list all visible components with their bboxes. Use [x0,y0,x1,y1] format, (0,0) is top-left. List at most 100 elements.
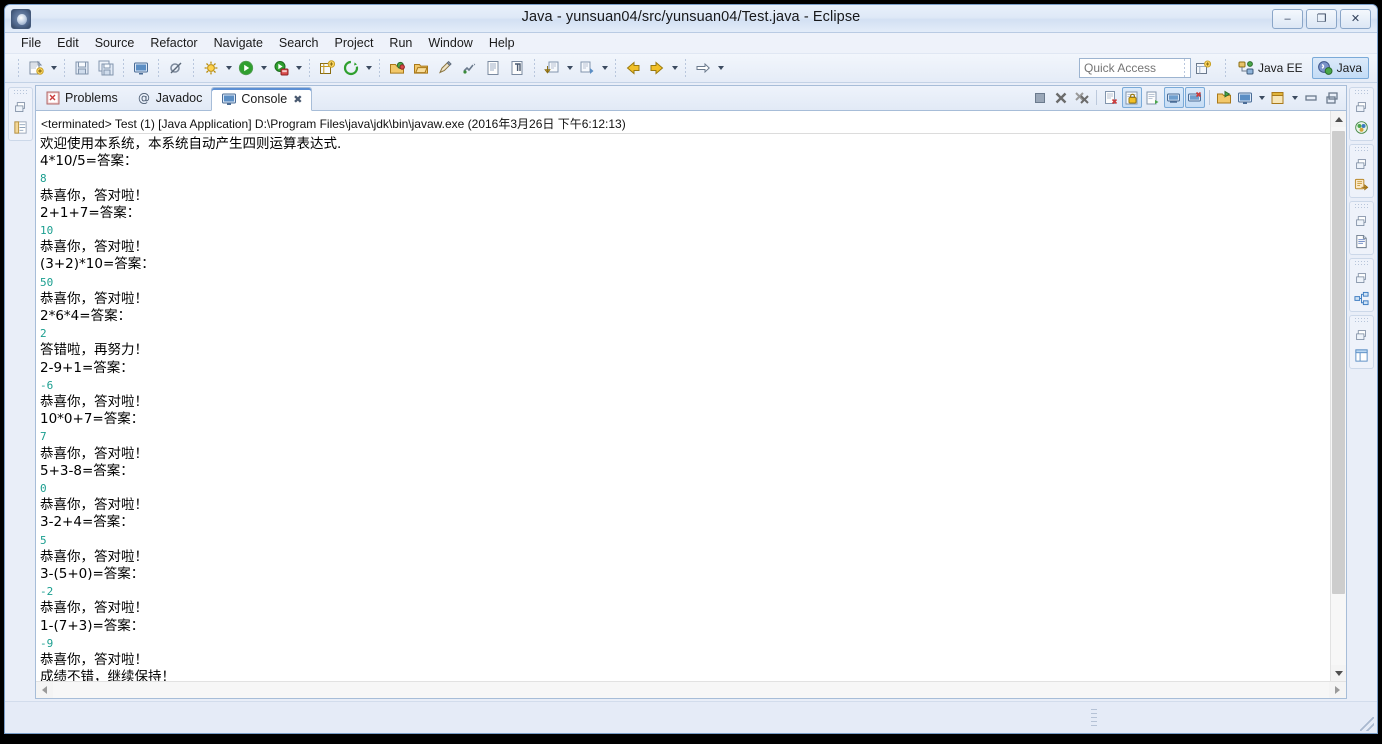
outline-restore[interactable] [1349,87,1374,141]
restore-view-icon[interactable] [10,97,31,117]
search-icon[interactable] [434,57,456,79]
show-console-on-output-icon[interactable] [1143,87,1163,108]
remove-all-terminated-icon[interactable] [1072,87,1092,108]
previous-edit-icon[interactable] [576,57,598,79]
new-annotation-dropdown[interactable] [363,57,374,79]
restore-view-icon[interactable] [1351,97,1372,117]
external-tools-icon[interactable] [270,57,292,79]
open-task-icon[interactable] [410,57,432,79]
perspective-java[interactable]: Java [1311,57,1369,79]
scroll-right-icon[interactable] [1329,682,1346,698]
open-type-icon[interactable] [386,57,408,79]
task-list-restore[interactable] [1349,144,1374,198]
forward-nav-dropdown[interactable] [715,57,726,79]
document-icon[interactable] [1351,231,1372,251]
menu-help[interactable]: Help [481,34,523,52]
console-vertical-scrollbar[interactable] [1330,111,1346,681]
next-annotation-icon[interactable] [541,57,563,79]
new-console-dropdown[interactable] [1256,87,1267,108]
external-tools-dropdown[interactable] [293,57,304,79]
vertical-scroll-thumb[interactable] [1332,131,1345,594]
task-repository-icon[interactable] [1351,174,1372,194]
toggle-mark-occurrences-icon[interactable] [458,57,480,79]
scroll-left-icon[interactable] [36,682,53,698]
tab-problems[interactable]: Problems [36,86,127,110]
remove-launch-icon[interactable] [1051,87,1071,108]
restore-window-button[interactable]: ❐ [1306,9,1337,29]
console-output-line: 恭喜你，答对啦！ [40,445,148,462]
link-editor-icon[interactable] [482,57,504,79]
display-selected-console-icon[interactable] [1185,87,1205,108]
open-console-icon[interactable] [1214,87,1234,108]
menu-file[interactable]: File [13,34,49,52]
save-icon[interactable] [71,57,93,79]
templates-restore[interactable] [1349,315,1374,369]
scroll-lock-icon[interactable] [1122,87,1142,108]
scroll-up-icon[interactable] [1331,111,1346,127]
tab-javadoc[interactable]: @ Javadoc [127,86,212,110]
show-whitespace-icon[interactable] [506,57,528,79]
minimize-icon[interactable] [1301,87,1321,108]
hierarchy-restore[interactable] [1349,258,1374,312]
close-window-button[interactable]: ✕ [1340,9,1371,29]
debug-dropdown[interactable] [223,57,234,79]
status-bar-grip[interactable] [1091,709,1097,727]
run-icon[interactable] [235,57,257,79]
menu-project[interactable]: Project [327,34,382,52]
close-icon[interactable]: ✖ [293,93,302,106]
restore-view-icon[interactable] [1351,268,1372,288]
view-menu-dropdown[interactable] [1289,87,1300,108]
tab-console[interactable]: Console ✖ [211,87,313,111]
run-dropdown[interactable] [258,57,269,79]
hierarchy-icon[interactable] [1351,288,1372,308]
templates-icon[interactable] [1351,345,1372,365]
back-icon[interactable] [622,57,644,79]
menu-window[interactable]: Window [420,34,480,52]
next-annotation-dropdown[interactable] [564,57,575,79]
toolbar-separator [615,59,616,77]
window-resize-grip[interactable] [1360,717,1374,731]
new-wizard-dropdown[interactable] [48,57,59,79]
scroll-down-icon[interactable] [1331,665,1346,681]
debug-icon[interactable] [200,57,222,79]
vertical-scroll-track[interactable] [1331,127,1346,665]
perspective-java-ee[interactable]: Java EE [1233,57,1310,79]
restore-view-icon[interactable] [1351,325,1372,345]
pin-console-icon[interactable] [1164,87,1184,108]
new-annotation-icon[interactable] [340,57,362,79]
restore-view-icon[interactable] [1351,154,1372,174]
javadoc-restore[interactable] [1349,201,1374,255]
terminate-icon[interactable] [1030,87,1050,108]
menu-run[interactable]: Run [381,34,420,52]
console-output[interactable]: <terminated> Test (1) [Java Application]… [36,111,1330,681]
package-explorer-restore[interactable] [8,87,33,141]
minimize-window-button[interactable]: – [1272,9,1303,29]
view-menu-icon[interactable] [1268,87,1288,108]
package-explorer-icon[interactable] [10,117,31,137]
outline-colored-icon[interactable] [1351,117,1372,137]
perspective-switcher: Java EE Java [1179,57,1369,79]
maximize-icon[interactable] [1322,87,1342,108]
new-java-project-icon[interactable] [316,57,338,79]
quick-access-input[interactable] [1079,58,1191,78]
menu-navigate[interactable]: Navigate [206,34,271,52]
new-java-console-icon[interactable] [130,57,152,79]
forward-icon[interactable] [646,57,668,79]
menu-source[interactable]: Source [87,34,143,52]
forward-nav-icon[interactable] [692,57,714,79]
forward-dropdown[interactable] [669,57,680,79]
menu-refactor[interactable]: Refactor [142,34,205,52]
new-console-view-icon[interactable] [1235,87,1255,108]
menu-edit[interactable]: Edit [49,34,87,52]
open-perspective-icon[interactable] [1192,57,1214,79]
horizontal-scroll-track[interactable] [53,682,1329,698]
new-wizard-icon[interactable] [25,57,47,79]
previous-edit-dropdown[interactable] [599,57,610,79]
clear-console-icon[interactable] [1101,87,1121,108]
console-horizontal-scrollbar[interactable] [36,681,1346,698]
console-input-line: -6 [40,378,54,392]
restore-view-icon[interactable] [1351,211,1372,231]
save-all-icon[interactable] [95,57,117,79]
skip-breakpoints-icon[interactable] [165,57,187,79]
menu-search[interactable]: Search [271,34,327,52]
